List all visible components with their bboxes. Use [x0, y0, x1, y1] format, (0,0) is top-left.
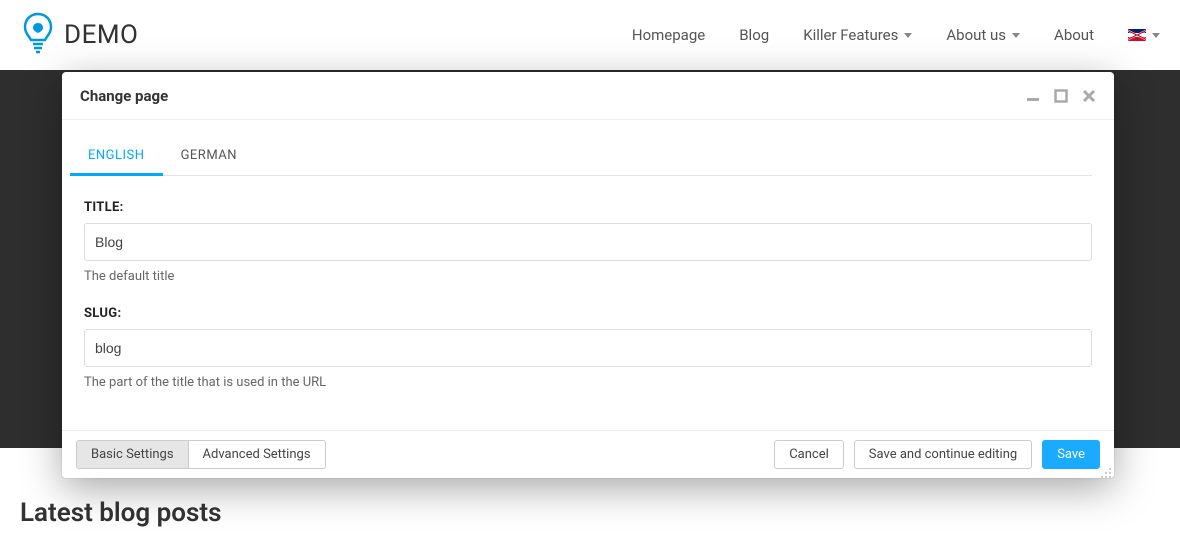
- tab-label: GERMAN: [181, 148, 237, 163]
- nav-item-about[interactable]: About: [1054, 26, 1094, 44]
- modal-footer: Basic Settings Advanced Settings Cancel …: [62, 430, 1114, 478]
- modal-header: Change page: [62, 72, 1114, 120]
- btn-label: Save: [1057, 447, 1085, 462]
- change-page-modal: Change page ENGLISH GERMAN TITLE: The de…: [62, 72, 1114, 478]
- field-slug: SLUG: The part of the title that is used…: [84, 306, 1092, 390]
- slug-input[interactable]: [84, 329, 1092, 367]
- title-input[interactable]: [84, 223, 1092, 261]
- nav-label: About: [1054, 26, 1094, 44]
- advanced-settings-tab[interactable]: Advanced Settings: [188, 441, 325, 468]
- title-help: The default title: [84, 269, 1092, 284]
- brand[interactable]: DEMO: [20, 11, 138, 59]
- footer-actions: Cancel Save and continue editing Save: [774, 440, 1100, 469]
- settings-segmented-control: Basic Settings Advanced Settings: [76, 440, 326, 469]
- nav-item-homepage[interactable]: Homepage: [632, 26, 705, 44]
- lightbulb-icon: [20, 11, 56, 59]
- resize-grip-icon: [1100, 464, 1112, 476]
- slug-help: The part of the title that is used in th…: [84, 375, 1092, 390]
- title-label: TITLE:: [84, 200, 1092, 215]
- chevron-down-icon: [1152, 33, 1160, 38]
- chevron-down-icon: [1012, 33, 1020, 38]
- spacer: [84, 412, 1092, 430]
- latest-posts-heading: Latest blog posts: [20, 498, 221, 528]
- btn-label: Cancel: [789, 447, 829, 462]
- cancel-button[interactable]: Cancel: [774, 440, 844, 469]
- top-nav: DEMO Homepage Blog Killer Features About…: [0, 0, 1180, 70]
- nav-item-blog[interactable]: Blog: [739, 26, 769, 44]
- minimize-icon[interactable]: [1026, 89, 1040, 103]
- seg-label: Advanced Settings: [203, 447, 311, 462]
- save-button[interactable]: Save: [1042, 440, 1100, 469]
- language-tabs: ENGLISH GERMAN: [84, 138, 1092, 176]
- chevron-down-icon: [904, 33, 912, 38]
- tab-label: ENGLISH: [88, 148, 145, 163]
- brand-text: DEMO: [64, 20, 138, 50]
- basic-settings-tab[interactable]: Basic Settings: [77, 441, 188, 468]
- tab-german[interactable]: GERMAN: [177, 138, 241, 175]
- field-title: TITLE: The default title: [84, 200, 1092, 284]
- modal-body: ENGLISH GERMAN TITLE: The default title …: [62, 120, 1114, 430]
- nav-label: Killer Features: [803, 26, 898, 44]
- maximize-icon[interactable]: [1054, 89, 1068, 103]
- nav-item-about-us[interactable]: About us: [946, 26, 1020, 44]
- nav-menu: Homepage Blog Killer Features About us A…: [632, 26, 1160, 44]
- seg-label: Basic Settings: [91, 447, 174, 462]
- nav-label: Blog: [739, 26, 769, 44]
- btn-label: Save and continue editing: [869, 447, 1017, 462]
- modal-scroll-area[interactable]: ENGLISH GERMAN TITLE: The default title …: [62, 120, 1114, 430]
- close-icon[interactable]: [1082, 89, 1096, 103]
- nav-label: About us: [946, 26, 1006, 44]
- tab-english[interactable]: ENGLISH: [84, 138, 149, 175]
- uk-flag-icon: [1128, 29, 1146, 41]
- modal-title: Change page: [80, 87, 168, 105]
- language-switcher[interactable]: [1128, 29, 1160, 41]
- save-continue-button[interactable]: Save and continue editing: [854, 440, 1032, 469]
- slug-label: SLUG:: [84, 306, 1092, 321]
- nav-item-killer-features[interactable]: Killer Features: [803, 26, 912, 44]
- modal-window-controls: [1026, 89, 1096, 103]
- nav-label: Homepage: [632, 26, 705, 44]
